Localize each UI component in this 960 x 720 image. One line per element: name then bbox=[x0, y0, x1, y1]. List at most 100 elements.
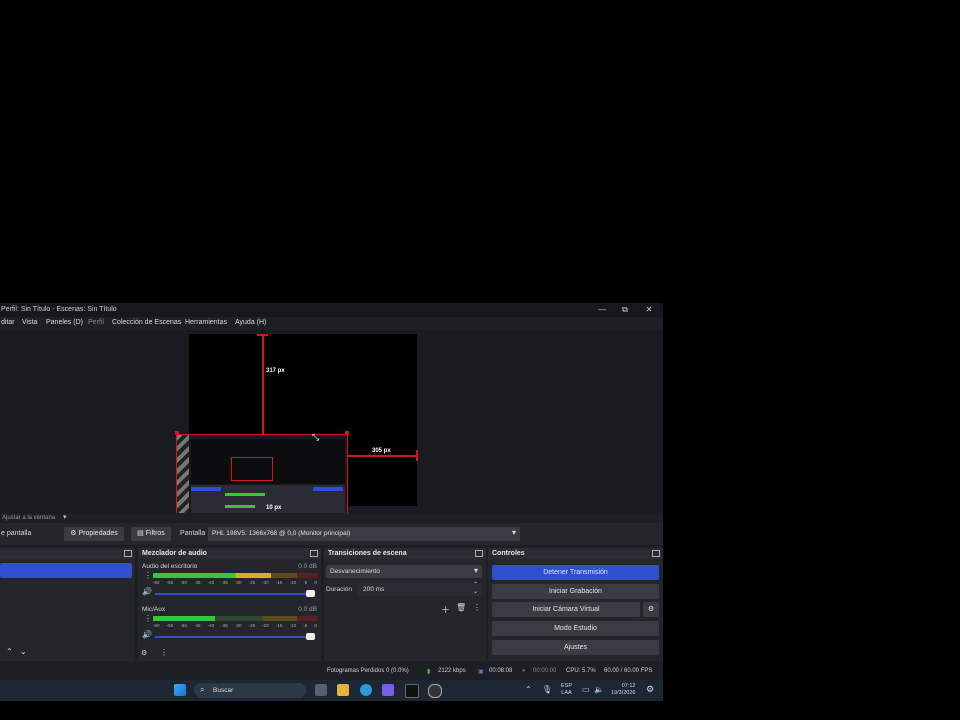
menu-vista[interactable]: Vista bbox=[22, 319, 37, 326]
app-icon[interactable] bbox=[405, 684, 419, 698]
fit-window-label[interactable]: Ajustar a la ventana bbox=[2, 515, 55, 521]
undock-icon[interactable] bbox=[124, 550, 132, 557]
preview-footer: Ajustar a la ventana ▾ bbox=[0, 513, 663, 523]
notifications-icon[interactable]: ⚙ bbox=[646, 684, 654, 695]
volume-icon[interactable]: 🔈 bbox=[594, 685, 604, 694]
windows-start-icon[interactable] bbox=[174, 684, 186, 696]
channel-name: Audio del escritorio bbox=[142, 563, 198, 570]
top-guide-line bbox=[262, 334, 264, 434]
meter-red-zone bbox=[297, 616, 317, 621]
volume-meter-level bbox=[153, 616, 216, 621]
maximize-button[interactable]: ⧉ bbox=[619, 305, 631, 315]
title-bar: Perfil: Sin Título - Escenas: Sin Título… bbox=[0, 303, 663, 317]
scenes-panel-header bbox=[0, 548, 135, 559]
controls-header: Controles bbox=[488, 548, 663, 559]
minimize-button[interactable]: — bbox=[596, 305, 608, 314]
clock[interactable]: 07:12 19/3/2026 bbox=[611, 683, 635, 697]
dropped-frames: Fotogramas Perdidos 0 (0.0%) bbox=[327, 668, 409, 674]
undock-icon[interactable] bbox=[475, 550, 483, 557]
edge-icon[interactable] bbox=[360, 684, 372, 696]
volume-slider[interactable] bbox=[155, 636, 313, 638]
transition-select[interactable]: Desvanecimiento ▾ bbox=[326, 565, 482, 578]
nested-meter-1 bbox=[225, 493, 265, 496]
stream-time: 00:08:08 bbox=[489, 668, 513, 674]
menu-herramientas[interactable]: Herramientas bbox=[185, 319, 227, 326]
search-box[interactable]: ⌕ Buscar bbox=[194, 683, 306, 698]
language-indicator[interactable]: ESP LAA bbox=[561, 683, 572, 697]
scene-item-selected[interactable] bbox=[0, 563, 132, 578]
scenes-panel: ⌃ ⌄ bbox=[0, 548, 135, 661]
stream-icon: ▣ bbox=[478, 669, 484, 675]
right-guide-cap bbox=[416, 450, 418, 461]
microphone-icon[interactable]: 🎙 bbox=[542, 685, 552, 694]
volume-slider-handle[interactable] bbox=[306, 633, 315, 640]
duration-label: Duración bbox=[326, 586, 353, 593]
windows-taskbar: ⌕ Buscar ⌃ 🎙 ESP LAA ▭ 🔈 07:12 19/3/2026 ⚙ bbox=[0, 680, 663, 701]
arrow-down-icon[interactable]: ⌄ bbox=[20, 647, 27, 656]
kebab-menu-icon[interactable]: ⋮ bbox=[473, 603, 481, 612]
volume-meter-level bbox=[153, 573, 272, 578]
transition-select-value: Desvanecimiento bbox=[330, 568, 380, 575]
studio-mode-button[interactable]: Modo Estudio bbox=[492, 621, 659, 636]
preview-area[interactable]: 317 px 305 px 10 px ⤡ bbox=[0, 330, 663, 532]
filters-label: Filtros bbox=[145, 530, 165, 537]
filter-icon: ▤ bbox=[137, 530, 144, 537]
rec-time: 00:00:00 bbox=[533, 668, 557, 674]
virtual-camera-settings-button[interactable]: ⚙ bbox=[643, 602, 659, 617]
menu-editar[interactable]: ditar bbox=[1, 319, 15, 326]
close-button[interactable]: ✕ bbox=[643, 305, 655, 314]
fps: 60.00 / 60.00 FPS bbox=[604, 668, 653, 674]
volume-slider-handle[interactable] bbox=[306, 590, 315, 597]
menu-paneles[interactable]: Paneles (D) bbox=[46, 319, 83, 326]
gear-icon: ⚙ bbox=[647, 606, 655, 613]
duration-value: 200 ms bbox=[363, 586, 385, 593]
gear-icon[interactable]: ⚙ bbox=[141, 649, 147, 657]
status-bar: Fotogramas Perdidos 0 (0.0%) ▮ 2122 kbps… bbox=[0, 664, 663, 680]
search-placeholder: Buscar bbox=[213, 687, 234, 694]
network-icon[interactable]: ▭ bbox=[582, 685, 590, 694]
right-guide-line bbox=[348, 455, 417, 457]
trash-icon[interactable]: 🗑 bbox=[456, 603, 466, 612]
menu-perfil[interactable]: Perfil bbox=[88, 319, 104, 326]
chevron-up-icon[interactable]: ⌃ bbox=[525, 685, 532, 694]
chevron-down-icon[interactable]: ▾ bbox=[63, 513, 67, 521]
menu-coleccion[interactable]: Colección de Escenas bbox=[112, 319, 181, 326]
resize-handle-tr[interactable] bbox=[345, 431, 349, 435]
nested-stream-button bbox=[313, 487, 343, 491]
task-view-icon[interactable] bbox=[315, 684, 327, 696]
properties-label: Propiedades bbox=[78, 530, 118, 537]
spinner-icon[interactable]: ⌃ ⌄ bbox=[473, 582, 478, 596]
kebab-menu-icon[interactable]: ⋮ bbox=[144, 614, 152, 623]
undock-icon[interactable] bbox=[652, 550, 660, 557]
add-icon[interactable]: ＋ bbox=[441, 603, 450, 616]
obs-window: Perfil: Sin Título - Escenas: Sin Título… bbox=[0, 303, 663, 680]
properties-button[interactable]: ⚙ Propiedades bbox=[64, 527, 124, 541]
screen-select[interactable]: PHL 198V5: 1366x768 @ 0,0 (Monitor princ… bbox=[208, 527, 520, 541]
obs-icon[interactable] bbox=[428, 684, 442, 698]
bottom-distance-label: 10 px bbox=[266, 505, 282, 511]
undock-icon[interactable] bbox=[310, 550, 318, 557]
screen-select-value: PHL 198V5: 1366x768 @ 0,0 (Monitor princ… bbox=[212, 530, 351, 537]
resize-handle-tl[interactable] bbox=[175, 431, 179, 435]
discord-icon[interactable] bbox=[382, 684, 394, 696]
kebab-menu-icon[interactable]: ⋮ bbox=[144, 571, 152, 580]
menu-ayuda[interactable]: Ayuda (H) bbox=[235, 319, 266, 326]
start-recording-button[interactable]: Iniciar Grabación bbox=[492, 584, 659, 599]
meter-yellow-zone bbox=[263, 616, 297, 621]
start-virtual-camera-button[interactable]: Iniciar Cámara Virtual bbox=[492, 602, 640, 617]
top-guide-cap bbox=[257, 334, 268, 336]
settings-button[interactable]: Ajustes bbox=[492, 640, 659, 655]
volume-meter-bg bbox=[153, 573, 317, 578]
cpu-usage: CPU: 5.7% bbox=[566, 668, 596, 674]
chevron-down-icon: ▾ bbox=[511, 528, 516, 537]
arrow-up-icon[interactable]: ⌃ bbox=[6, 647, 13, 656]
speaker-icon[interactable]: 🔊 bbox=[142, 630, 152, 639]
kebab-menu-icon[interactable]: ⋮ bbox=[160, 648, 168, 657]
filters-button[interactable]: ▤ Filtros bbox=[131, 527, 171, 541]
source-name: e pantalla bbox=[1, 530, 32, 537]
volume-slider[interactable] bbox=[155, 593, 313, 595]
file-explorer-icon[interactable] bbox=[337, 684, 349, 696]
duration-input[interactable]: 200 ms ⌃ ⌄ bbox=[358, 582, 482, 596]
speaker-icon[interactable]: 🔊 bbox=[142, 587, 152, 596]
stop-stream-button[interactable]: Detener Transmisión bbox=[492, 565, 659, 580]
